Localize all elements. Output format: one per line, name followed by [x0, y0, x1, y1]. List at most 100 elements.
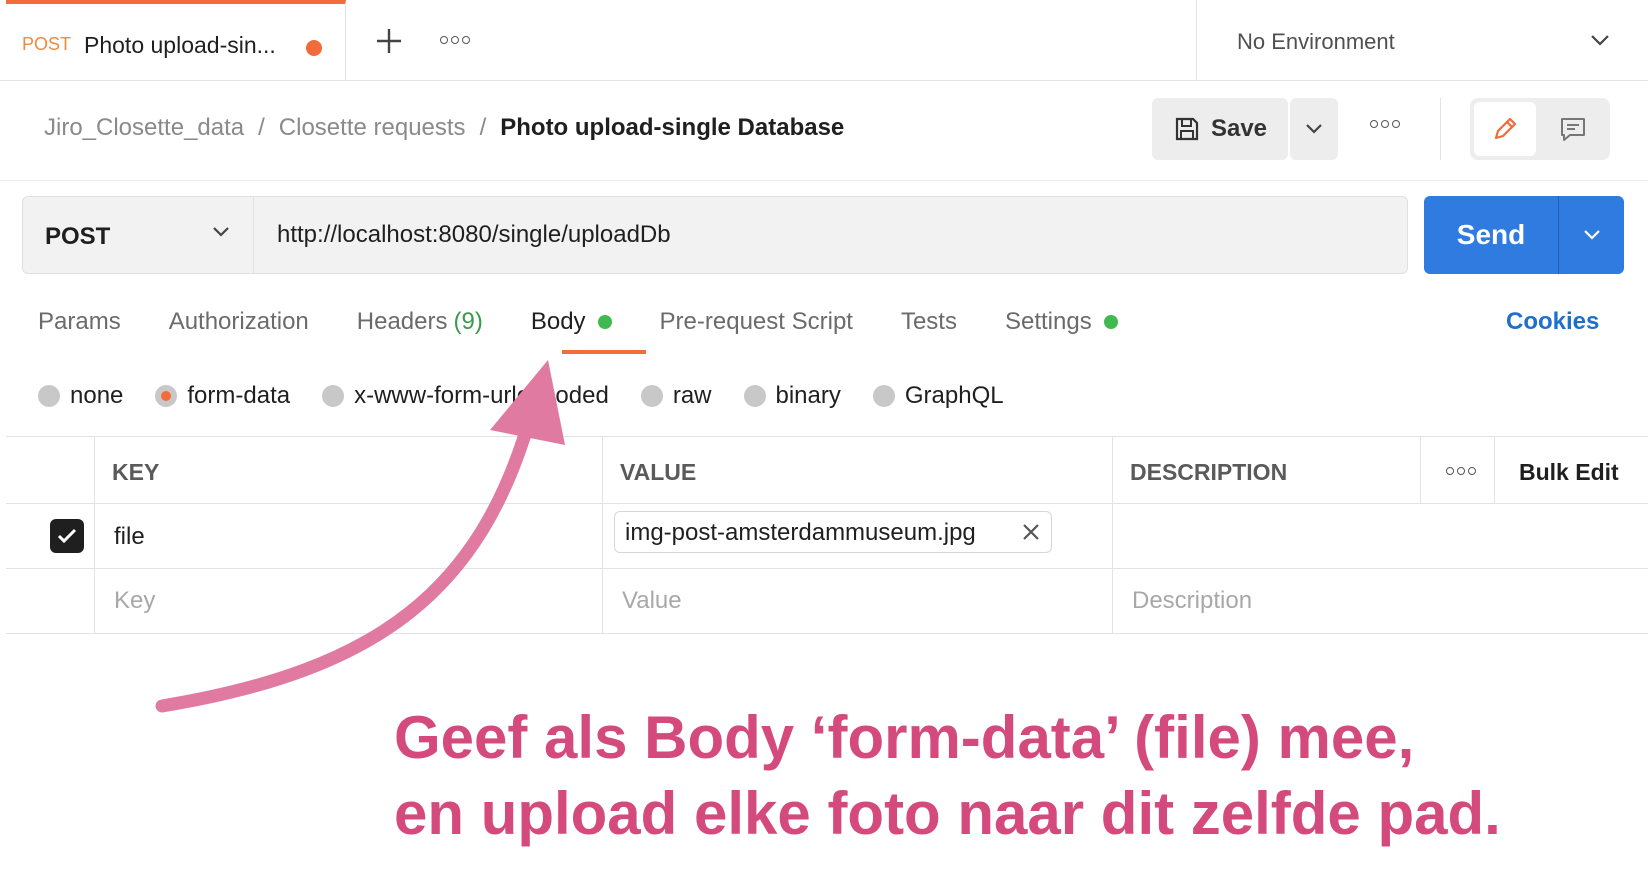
tab-label: Body — [530, 308, 586, 335]
pencil-icon — [1494, 117, 1517, 140]
headers-count: (9) — [453, 308, 483, 335]
radio-label: form-data — [187, 382, 291, 409]
chevron-down-icon — [213, 227, 229, 237]
tab-body[interactable]: Body — [531, 308, 612, 336]
column-header-description: DESCRIPTION — [1130, 459, 1288, 485]
body-type-raw[interactable]: raw — [640, 382, 712, 410]
tab-headers[interactable]: Headers (9) — [357, 308, 483, 336]
tab-params[interactable]: Params — [38, 308, 121, 336]
column-header-value: VALUE — [620, 459, 697, 485]
body-type-graphql[interactable]: GraphQL — [872, 382, 1004, 410]
unsaved-changes-dot — [306, 40, 322, 56]
breadcrumb-separator: / — [479, 114, 487, 141]
chevron-down-icon — [1583, 230, 1600, 240]
divider — [1440, 98, 1441, 160]
environment-label: No Environment — [1237, 29, 1395, 54]
tab-label: Params — [38, 308, 121, 335]
breadcrumb: Jiro_Closette_data / Closette requests /… — [44, 114, 844, 142]
radio-button[interactable] — [872, 385, 895, 407]
column-header-key: KEY — [112, 459, 160, 485]
tab-label: Tests — [900, 308, 957, 335]
tab-tests[interactable]: Tests — [901, 308, 957, 336]
radio-label: raw — [672, 382, 712, 409]
radio-label: binary — [775, 382, 841, 409]
radio-button[interactable] — [640, 385, 663, 407]
radio-label: x-www-form-urlencoded — [354, 382, 609, 409]
annotation-line-2: en upload elke foto naar dit zelfde pad. — [394, 780, 1501, 847]
divider — [1112, 437, 1113, 633]
chevron-down-icon — [1591, 35, 1609, 46]
comment-icon — [1561, 118, 1585, 141]
chevron-down-icon — [1306, 124, 1322, 134]
method-label: POST — [45, 223, 111, 250]
save-button[interactable]: Save — [1152, 98, 1288, 160]
active-tab-indicator — [562, 350, 646, 354]
tab-title: Photo upload-sin... — [84, 32, 276, 58]
tab-label: Pre-request Script — [659, 308, 853, 335]
radio-button[interactable] — [322, 385, 345, 407]
breadcrumb-request-name[interactable]: Photo upload-single Database — [500, 114, 844, 142]
breadcrumb-workspace[interactable]: Jiro_Closette_data — [44, 114, 244, 142]
radio-button-selected[interactable] — [155, 385, 178, 407]
radio-label: none — [70, 382, 124, 409]
divider — [1494, 437, 1495, 503]
annotation-text: Geef als Body ‘form-data’ (file) mee, en… — [394, 700, 1501, 852]
radio-button[interactable] — [743, 385, 766, 407]
file-name: img-post-amsterdammuseum.jpg — [625, 519, 976, 546]
save-group: Save — [1152, 98, 1338, 160]
view-mode-toggle — [1470, 98, 1610, 160]
key-cell[interactable]: file — [114, 523, 145, 551]
request-tab[interactable]: POST Photo upload-sin... — [6, 0, 346, 80]
divider — [94, 437, 95, 633]
plus-icon — [377, 29, 401, 53]
body-type-options: none form-data x-www-form-urlencoded raw… — [38, 382, 1004, 410]
tab-label: Settings — [1004, 308, 1092, 335]
annotation-line-1: Geef als Body ‘form-data’ (file) mee, — [394, 704, 1415, 771]
save-disk-icon — [1175, 117, 1199, 141]
more-horizontal-icon — [440, 36, 448, 44]
environment-selector[interactable]: No Environment — [1196, 0, 1648, 80]
tab-label: Headers — [356, 308, 448, 335]
send-button-group: Send — [1424, 196, 1624, 274]
cookies-link[interactable]: Cookies — [1506, 308, 1599, 336]
tab-settings[interactable]: Settings — [1005, 308, 1118, 336]
tab-authorization[interactable]: Authorization — [169, 308, 309, 336]
request-more-button[interactable] — [1370, 120, 1400, 128]
tab-label: Authorization — [168, 308, 309, 335]
table-options-button[interactable] — [1446, 467, 1476, 475]
body-type-form-data[interactable]: form-data — [155, 382, 290, 410]
radio-label: GraphQL — [904, 382, 1004, 409]
save-label: Save — [1210, 115, 1268, 142]
breadcrumb-separator: / — [258, 114, 265, 141]
edit-mode-button[interactable] — [1474, 102, 1536, 156]
body-type-urlencoded[interactable]: x-www-form-urlencoded — [322, 382, 609, 410]
new-description-input[interactable]: Description — [1132, 587, 1252, 615]
divider — [0, 180, 1648, 181]
check-icon — [57, 528, 77, 544]
divider — [6, 568, 1648, 569]
close-icon[interactable] — [1019, 520, 1043, 544]
divider — [6, 503, 1648, 504]
body-type-none[interactable]: none — [38, 382, 123, 410]
divider — [6, 633, 1648, 634]
send-options-button[interactable] — [1559, 196, 1624, 274]
breadcrumb-collection[interactable]: Closette requests — [279, 114, 466, 142]
more-horizontal-icon — [1370, 120, 1378, 128]
tabs-more-button[interactable] — [440, 36, 470, 44]
method-select[interactable]: POST — [23, 197, 254, 273]
url-input[interactable]: http://localhost:8080/single/uploadDb — [277, 221, 671, 249]
body-type-binary[interactable]: binary — [743, 382, 841, 410]
row-enabled-checkbox[interactable] — [50, 519, 84, 553]
file-chip[interactable]: img-post-amsterdammuseum.jpg — [614, 511, 1052, 553]
new-value-input[interactable]: Value — [622, 587, 682, 615]
send-button[interactable]: Send — [1424, 196, 1558, 274]
comments-button[interactable] — [1542, 102, 1604, 156]
tab-pre-request-script[interactable]: Pre-request Script — [660, 308, 853, 336]
save-options-button[interactable] — [1290, 98, 1338, 160]
request-tab-bar: POST Photo upload-sin... No Environment — [0, 0, 1648, 81]
bulk-edit-button[interactable]: Bulk Edit — [1519, 459, 1619, 486]
new-tab-button[interactable] — [372, 24, 406, 58]
divider — [1420, 437, 1421, 503]
new-key-input[interactable]: Key — [114, 587, 155, 615]
radio-button[interactable] — [38, 385, 60, 407]
